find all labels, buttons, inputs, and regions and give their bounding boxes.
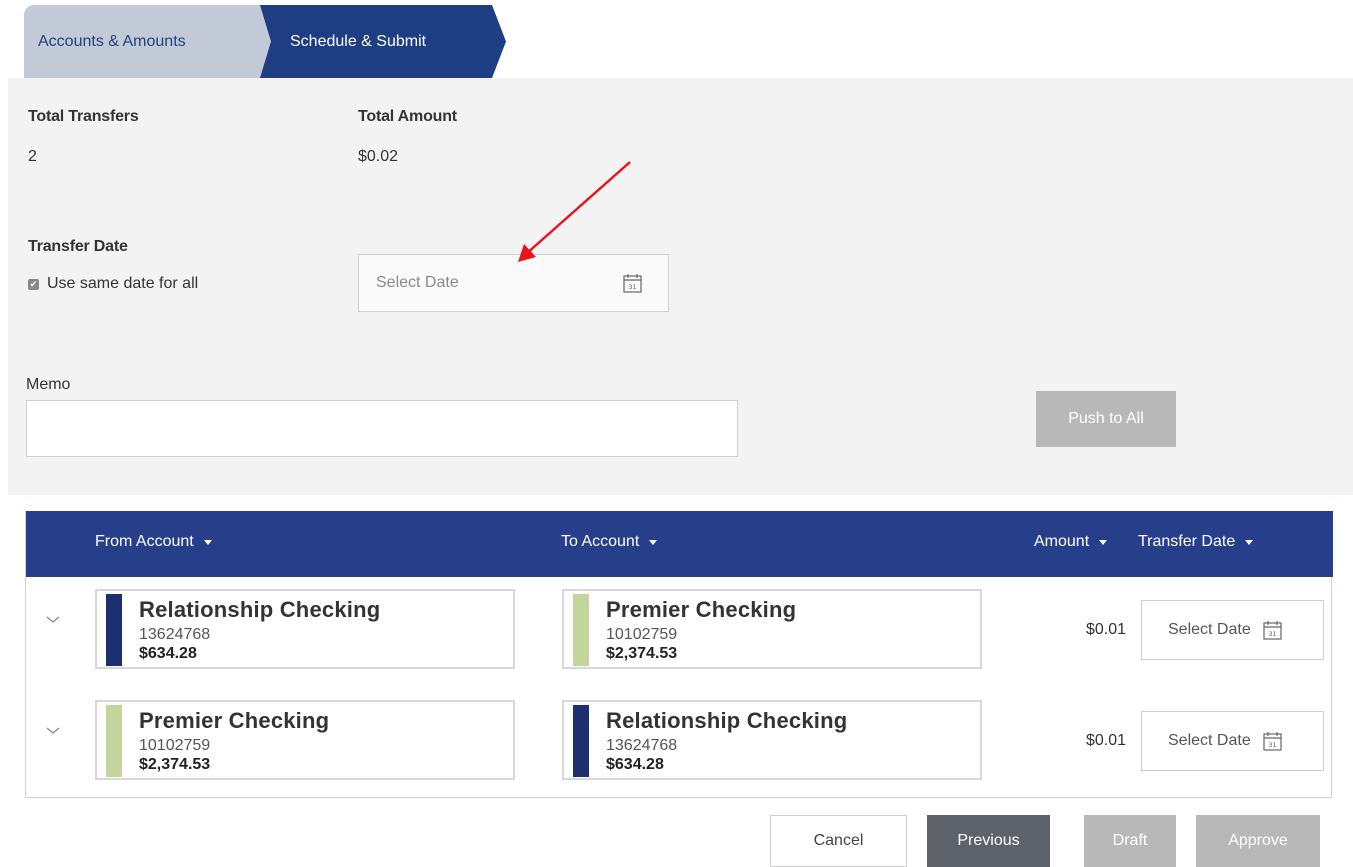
calendar-icon[interactable]: 31 (1263, 620, 1282, 640)
account-name: Premier Checking (139, 708, 330, 733)
step-label: Accounts & Amounts (38, 32, 186, 50)
approve-button[interactable]: Approve (1196, 815, 1320, 867)
account-color-bar (573, 594, 589, 666)
step-schedule-submit[interactable]: Schedule & Submit (260, 5, 506, 78)
sort-amount[interactable]: Amount (1034, 533, 1108, 551)
wizard-steps: Accounts & Amounts Schedule & Submit (24, 5, 514, 78)
row-date-picker[interactable]: Select Date 31 (1141, 600, 1324, 660)
svg-text:31: 31 (1268, 741, 1276, 749)
sort-from-account[interactable]: From Account (95, 533, 212, 551)
transfer-amount: $0.01 (1085, 621, 1126, 638)
same-date-checkbox-row[interactable]: ✔ Use same date for all (28, 275, 198, 293)
transfers-table: From Account To Account Amount Transfer … (25, 511, 1333, 798)
caret-down-icon (1099, 539, 1108, 545)
total-transfers-value: 2 (28, 148, 37, 165)
table-header: From Account To Account Amount Transfer … (26, 511, 1333, 577)
from-account-card: Premier Checking 10102759 $2,374.53 (95, 700, 515, 780)
to-account-card: Premier Checking 10102759 $2,374.53 (562, 589, 982, 669)
account-name: Relationship Checking (139, 597, 381, 622)
previous-button[interactable]: Previous (927, 815, 1050, 867)
checkbox-icon[interactable]: ✔ (28, 278, 39, 290)
account-number: 10102759 (139, 737, 211, 754)
to-account-header: To Account (561, 533, 640, 550)
row-date-label: Select Date (1168, 732, 1251, 749)
row-date-label: Select Date (1168, 621, 1251, 638)
amount-header: Amount (1034, 533, 1090, 550)
account-color-bar (573, 705, 589, 777)
svg-text:31: 31 (1268, 630, 1276, 638)
row-date-picker[interactable]: Select Date 31 (1141, 711, 1324, 771)
sort-to-account[interactable]: To Account (561, 533, 658, 551)
caret-down-icon (1245, 539, 1254, 545)
transfer-date-header: Transfer Date (1138, 533, 1236, 550)
total-transfers-label: Total Transfers (28, 108, 139, 125)
sort-transfer-date[interactable]: Transfer Date (1138, 533, 1254, 551)
chevron-down-icon[interactable] (45, 614, 61, 626)
account-balance: $634.28 (606, 756, 664, 773)
account-name: Relationship Checking (606, 708, 848, 733)
transfer-amount: $0.01 (1085, 732, 1126, 749)
caret-down-icon (203, 539, 212, 545)
account-balance: $2,374.53 (606, 645, 678, 662)
cancel-button[interactable]: Cancel (770, 815, 907, 867)
account-color-bar (106, 594, 122, 666)
calendar-icon[interactable]: 31 (623, 273, 642, 293)
total-amount-value: $0.02 (358, 148, 399, 165)
push-to-all-button[interactable]: Push to All (1036, 391, 1176, 447)
svg-text:31: 31 (628, 283, 636, 291)
table-row: Relationship Checking 13624768 $634.28 P… (26, 581, 1333, 681)
account-balance: $634.28 (139, 645, 197, 662)
step-accounts-amounts[interactable]: Accounts & Amounts (24, 5, 305, 78)
account-number: 10102759 (606, 626, 678, 643)
annotation-arrow (518, 161, 631, 262)
memo-input[interactable] (26, 400, 738, 457)
draft-button[interactable]: Draft (1084, 815, 1176, 867)
from-account-card: Relationship Checking 13624768 $634.28 (95, 589, 515, 669)
account-number: 13624768 (606, 737, 678, 754)
table-row: Premier Checking 10102759 $2,374.53 Rela… (26, 692, 1333, 792)
from-account-header: From Account (95, 533, 194, 550)
step-label: Schedule & Submit (290, 32, 427, 50)
date-placeholder: Select Date (376, 274, 459, 291)
account-balance: $2,374.53 (139, 756, 211, 773)
account-number: 13624768 (139, 626, 211, 643)
caret-down-icon (649, 539, 658, 545)
transfer-date-label: Transfer Date (28, 238, 128, 255)
total-amount-label: Total Amount (358, 108, 457, 125)
chevron-down-icon[interactable] (45, 725, 61, 737)
calendar-icon[interactable]: 31 (1263, 731, 1282, 751)
memo-label: Memo (26, 376, 71, 393)
same-date-label: Use same date for all (47, 275, 199, 292)
to-account-card: Relationship Checking 13624768 $634.28 (562, 700, 982, 780)
account-name: Premier Checking (606, 597, 797, 622)
account-color-bar (106, 705, 122, 777)
